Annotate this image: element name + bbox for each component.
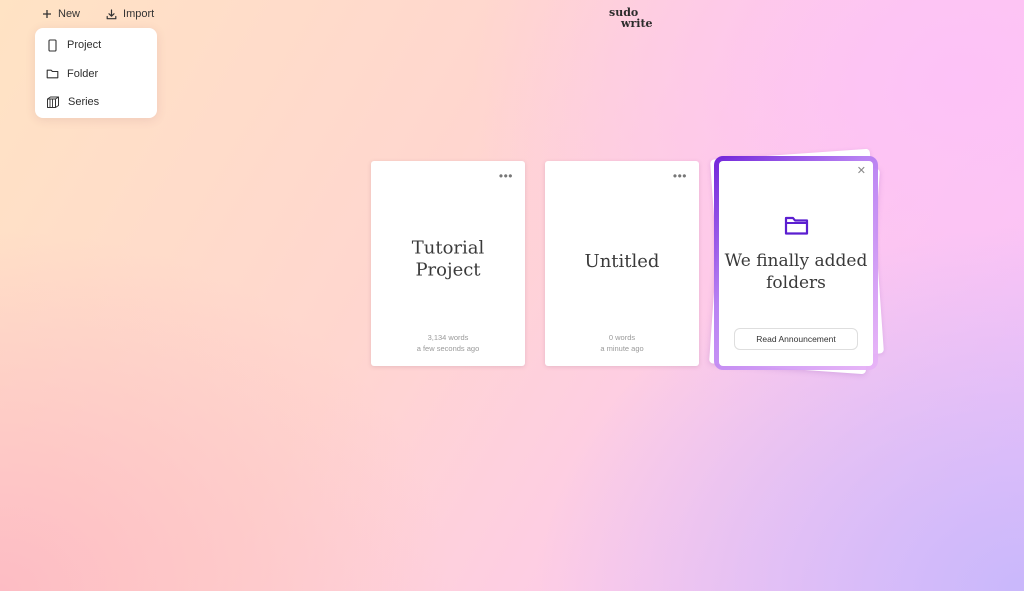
close-icon[interactable]: ✕ xyxy=(857,166,866,177)
last-updated: a few seconds ago xyxy=(416,344,480,353)
download-icon xyxy=(106,8,117,19)
menu-item-series[interactable]: Series xyxy=(35,88,157,117)
project-card[interactable]: ••• Untitled 0 words a minute ago xyxy=(545,161,699,366)
import-button-label: Import xyxy=(123,8,155,20)
word-count: 0 words xyxy=(608,333,636,342)
project-title: Untitled xyxy=(584,250,660,272)
folder-icon xyxy=(784,216,809,235)
project-card[interactable]: ••• Tutorial Project 3,134 words a few s… xyxy=(371,161,525,366)
announcement-card: ✕ We finally added folders Read Announce… xyxy=(719,161,873,366)
plus-icon xyxy=(43,10,51,18)
project-meta: 0 words a minute ago xyxy=(545,332,699,354)
more-options-icon[interactable]: ••• xyxy=(499,170,513,182)
new-dropdown-menu: Project Folder Series xyxy=(35,28,157,118)
logo-line-2: write xyxy=(621,17,653,30)
project-meta: 3,134 words a few seconds ago xyxy=(371,332,525,354)
menu-item-label: Project xyxy=(67,39,102,52)
books-icon xyxy=(47,96,59,109)
top-toolbar: New Import xyxy=(42,6,154,22)
announcement-title: We finally added folders xyxy=(724,251,868,293)
last-updated: a minute ago xyxy=(600,344,644,353)
menu-item-label: Folder xyxy=(67,67,99,80)
menu-item-folder[interactable]: Folder xyxy=(35,60,157,89)
folder-icon xyxy=(46,69,59,79)
menu-item-label: Series xyxy=(68,96,100,109)
project-title: Tutorial Project xyxy=(411,237,485,281)
document-icon xyxy=(48,39,57,52)
new-button-label: New xyxy=(58,8,81,20)
import-button[interactable]: Import xyxy=(106,8,154,20)
new-button[interactable]: New xyxy=(42,8,80,20)
word-count: 3,134 words xyxy=(427,333,469,342)
sudowrite-logo[interactable]: sudo write xyxy=(609,7,657,29)
more-options-icon[interactable]: ••• xyxy=(673,170,687,182)
read-announcement-button[interactable]: Read Announcement xyxy=(734,328,858,350)
menu-item-project[interactable]: Project xyxy=(35,31,157,60)
